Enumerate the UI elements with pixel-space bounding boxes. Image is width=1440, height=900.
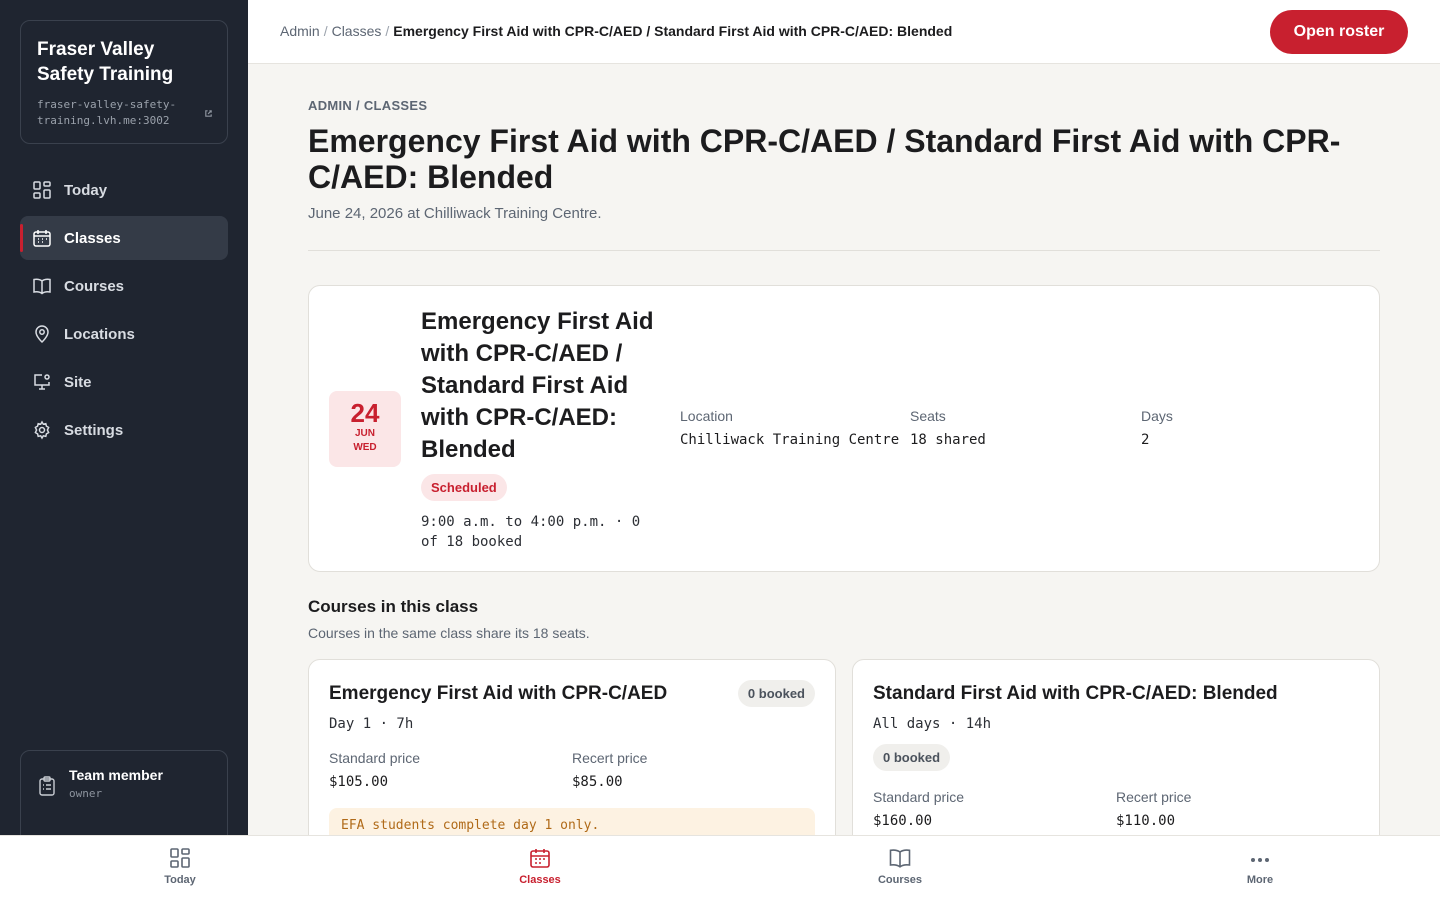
tab-label: More xyxy=(1246,874,1274,886)
breadcrumb-admin[interactable]: Admin xyxy=(280,23,320,39)
breadcrumb-classes[interactable]: Classes xyxy=(332,23,382,39)
breadcrumb-separator: / xyxy=(385,23,390,39)
more-icon xyxy=(1248,846,1272,870)
sidebar-item-label: Courses xyxy=(64,277,125,295)
breadcrumb-separator: / xyxy=(323,23,328,39)
meta-value: 18 shared xyxy=(910,432,986,448)
tab-classes[interactable]: Classes xyxy=(360,836,720,900)
tab-courses[interactable]: Courses xyxy=(720,836,1080,900)
meta-value: 2 xyxy=(1141,432,1150,448)
sidebar-item-settings[interactable]: Settings xyxy=(20,408,228,452)
price-value: $105.00 xyxy=(329,774,389,790)
date-month: JUN xyxy=(354,428,375,439)
price-label: Standard price xyxy=(873,789,965,805)
price-label: Recert price xyxy=(572,750,648,766)
sidebar-item-label: Settings xyxy=(64,421,124,439)
brand-card[interactable]: Fraser Valley Safety Training fraser-val… xyxy=(20,20,228,144)
booked-badge: 0 booked xyxy=(737,680,815,707)
gear-icon xyxy=(32,420,52,440)
sidebar-item-label: Locations xyxy=(64,325,135,343)
top-bar: Admin / Classes / Emergency First Aid with C… xyxy=(248,0,1440,64)
meta-seats: Seats 18 shared xyxy=(910,408,986,448)
class-time: 9:00 a.m. to 4:00 p.m. · 0 of 18 booked xyxy=(421,514,641,550)
price-value: $160.00 xyxy=(873,813,933,829)
recert-price: Recert price $85.00 xyxy=(572,750,815,790)
sidebar-item-courses[interactable]: Courses xyxy=(20,264,228,308)
meta-label: Days xyxy=(1141,408,1173,424)
tab-today[interactable]: Today xyxy=(0,836,360,900)
bottom-nav: Today Classes Courses More xyxy=(0,835,1440,900)
open-roster-button[interactable]: Open roster xyxy=(1270,10,1408,54)
course-duration: All days · 14h xyxy=(873,716,992,732)
user-role: owner xyxy=(69,787,103,800)
user-name: Team member xyxy=(69,767,163,783)
dashboard-icon xyxy=(32,180,52,200)
sidebar-item-label: Classes xyxy=(64,229,121,247)
booked-badge: 0 booked xyxy=(873,744,951,771)
meta-days: Days 2 xyxy=(1141,408,1173,448)
status-badge: Scheduled xyxy=(421,474,507,501)
breadcrumb-current: Emergency First Aid with CPR-C/AED / Sta… xyxy=(393,23,953,39)
class-summary-card: 24 JUN WED Emergency First Aid with CPR-… xyxy=(308,285,1380,572)
price-value: $110.00 xyxy=(1116,813,1176,829)
page-eyebrow: ADMIN / CLASSES xyxy=(308,98,428,113)
class-title: Emergency First Aid with CPR-C/AED / Sta… xyxy=(421,308,654,463)
book-icon xyxy=(32,276,52,296)
meta-location: Location Chilliwack Training Centre xyxy=(680,408,899,448)
sidebar-item-classes[interactable]: Classes xyxy=(20,216,228,260)
dashboard-icon xyxy=(168,846,192,870)
date-block: 24 JUN WED xyxy=(329,391,401,467)
price-row: Standard price $160.00 Recert price $110… xyxy=(873,789,1359,829)
sidebar-nav: Today Classes Courses Locations Site Set… xyxy=(20,168,228,456)
date-day: 24 xyxy=(350,398,380,428)
sidebar-item-site[interactable]: Site xyxy=(20,360,228,404)
calendar-icon xyxy=(528,846,552,870)
tab-more[interactable]: More xyxy=(1080,836,1440,900)
brand-domain: fraser-valley-safety-training.lvh.me:300… xyxy=(37,98,177,127)
main-content: ADMIN / CLASSES Emergency First Aid with… xyxy=(308,64,1380,879)
divider xyxy=(308,250,1380,251)
price-row: Standard price $105.00 Recert price $85.… xyxy=(329,750,815,790)
tab-label: Courses xyxy=(877,874,923,886)
date-weekday: WED xyxy=(353,442,377,453)
clipboard-icon xyxy=(37,775,57,802)
monitor-gear-icon xyxy=(32,372,52,392)
course-duration: Day 1 · 7h xyxy=(329,716,414,732)
book-icon xyxy=(888,846,912,870)
calendar-icon xyxy=(32,228,52,248)
price-label: Standard price xyxy=(329,750,421,766)
sidebar-item-today[interactable]: Today xyxy=(20,168,228,212)
sidebar-item-label: Site xyxy=(64,373,92,391)
external-link-icon[interactable] xyxy=(204,105,213,123)
section-title: Courses in this class xyxy=(308,597,479,616)
standard-price: Standard price $105.00 xyxy=(329,750,572,790)
meta-label: Location xyxy=(680,408,733,424)
price-label: Recert price xyxy=(1116,789,1192,805)
meta-value: Chilliwack Training Centre xyxy=(680,432,900,448)
breadcrumb: Admin / Classes / Emergency First Aid with C… xyxy=(280,23,952,39)
map-pin-icon xyxy=(32,324,52,344)
sidebar-item-label: Today xyxy=(64,181,108,199)
meta-label: Seats xyxy=(910,408,946,424)
standard-price: Standard price $160.00 xyxy=(873,789,1116,829)
page-subtitle: June 24, 2026 at Chilliwack Training Cen… xyxy=(308,205,602,222)
section-subtitle: Courses in the same class share its 18 s… xyxy=(308,625,590,641)
page-title: Emergency First Aid with CPR-C/AED / Sta… xyxy=(308,123,1341,195)
tab-label: Today xyxy=(164,874,196,886)
sidebar: Fraser Valley Safety Training fraser-val… xyxy=(0,0,248,900)
recert-price: Recert price $110.00 xyxy=(1116,789,1359,829)
course-title: Standard First Aid with CPR-C/AED: Blend… xyxy=(873,683,1278,704)
sidebar-item-locations[interactable]: Locations xyxy=(20,312,228,356)
price-value: $85.00 xyxy=(572,774,623,790)
tab-label: Classes xyxy=(519,874,561,886)
brand-name: Fraser Valley Safety Training xyxy=(37,39,174,85)
